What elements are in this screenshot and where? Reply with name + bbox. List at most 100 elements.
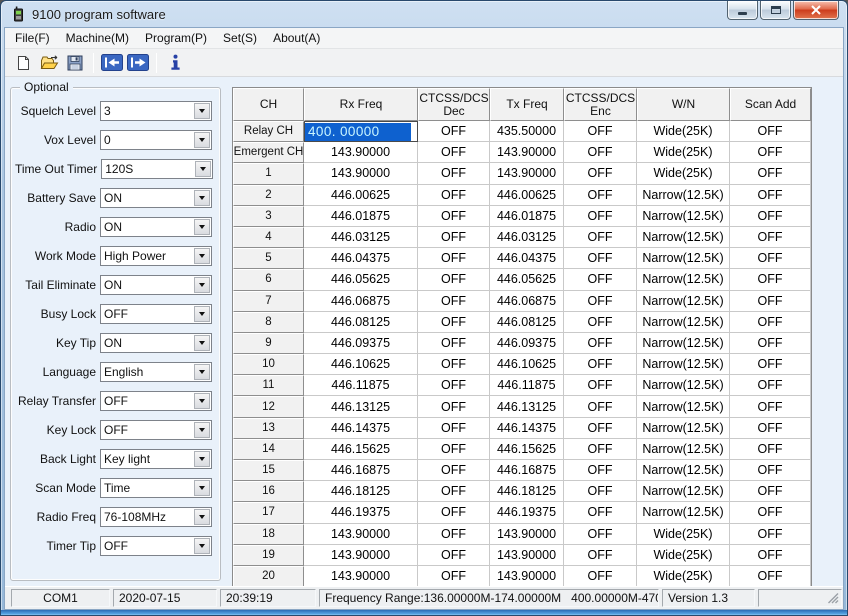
grid-cell[interactable]: 446.10625: [304, 354, 418, 375]
grid-cell[interactable]: Narrow(12.5K): [637, 185, 730, 206]
grid-cell[interactable]: 446.09375: [490, 333, 564, 354]
grid-cell[interactable]: 446.03125: [304, 227, 418, 248]
chevron-down-icon[interactable]: [194, 277, 210, 293]
row-header[interactable]: 4: [233, 227, 304, 248]
menu-item[interactable]: File(F): [7, 29, 58, 47]
grid-cell[interactable]: OFF: [418, 185, 490, 206]
grid-cell[interactable]: 446.19375: [304, 502, 418, 523]
grid-cell[interactable]: Wide(25K): [637, 142, 730, 163]
row-header[interactable]: 10: [233, 354, 304, 375]
chevron-down-icon[interactable]: [194, 335, 210, 351]
minimize-button[interactable]: [727, 1, 758, 20]
option-combobox[interactable]: 0: [100, 130, 212, 150]
resize-grip-icon[interactable]: [828, 593, 840, 605]
row-header[interactable]: 18: [233, 524, 304, 545]
grid-cell[interactable]: 446.11875: [490, 375, 564, 396]
grid-cell[interactable]: OFF: [418, 375, 490, 396]
option-combobox[interactable]: OFF: [100, 391, 212, 411]
grid-cell[interactable]: OFF: [564, 439, 637, 460]
write-to-radio-button[interactable]: [125, 51, 151, 75]
option-combobox[interactable]: ON: [100, 333, 212, 353]
grid-cell[interactable]: 446.05625: [304, 269, 418, 290]
grid-cell[interactable]: 446.16875: [304, 460, 418, 481]
grid-cell[interactable]: Wide(25K): [637, 566, 730, 586]
grid-cell[interactable]: OFF: [730, 354, 811, 375]
chevron-down-icon[interactable]: [194, 103, 210, 119]
grid-cell[interactable]: OFF: [730, 460, 811, 481]
title-bar[interactable]: 9100 program software: [1, 1, 847, 27]
row-header[interactable]: 19: [233, 545, 304, 566]
grid-cell[interactable]: Narrow(12.5K): [637, 206, 730, 227]
grid-cell[interactable]: OFF: [564, 185, 637, 206]
row-header[interactable]: 7: [233, 291, 304, 312]
grid-cell[interactable]: 446.04375: [490, 248, 564, 269]
chevron-down-icon[interactable]: [194, 393, 210, 409]
grid-cell[interactable]: OFF: [564, 396, 637, 417]
grid-cell[interactable]: 446.13125: [304, 396, 418, 417]
menu-item[interactable]: About(A): [265, 29, 328, 47]
row-header[interactable]: 13: [233, 418, 304, 439]
grid-cell[interactable]: 446.15625: [490, 439, 564, 460]
row-header[interactable]: Relay CH: [233, 121, 304, 142]
option-combobox[interactable]: English: [100, 362, 212, 382]
option-combobox[interactable]: 120S: [101, 159, 213, 179]
option-combobox[interactable]: Key light: [100, 449, 212, 469]
chevron-down-icon[interactable]: [194, 219, 210, 235]
grid-cell[interactable]: OFF: [730, 375, 811, 396]
grid-cell[interactable]: OFF: [730, 142, 811, 163]
row-header[interactable]: 11: [233, 375, 304, 396]
grid-cell[interactable]: 446.09375: [304, 333, 418, 354]
chevron-down-icon[interactable]: [194, 306, 210, 322]
grid-cell[interactable]: Narrow(12.5K): [637, 460, 730, 481]
grid-cell[interactable]: OFF: [418, 142, 490, 163]
row-header[interactable]: 2: [233, 185, 304, 206]
row-header[interactable]: 20: [233, 566, 304, 586]
grid-cell[interactable]: 143.90000: [304, 163, 418, 184]
grid-cell[interactable]: Narrow(12.5K): [637, 354, 730, 375]
grid-cell[interactable]: OFF: [418, 354, 490, 375]
grid-cell[interactable]: OFF: [730, 163, 811, 184]
grid-cell[interactable]: 446.01875: [304, 206, 418, 227]
grid-cell[interactable]: OFF: [564, 460, 637, 481]
row-header[interactable]: 8: [233, 312, 304, 333]
grid-cell[interactable]: OFF: [730, 291, 811, 312]
grid-cell[interactable]: 143.90000: [490, 524, 564, 545]
grid-cell[interactable]: OFF: [418, 418, 490, 439]
grid-cell[interactable]: OFF: [418, 227, 490, 248]
grid-cell[interactable]: 143.90000: [304, 142, 418, 163]
grid-cell[interactable]: OFF: [418, 524, 490, 545]
open-file-button[interactable]: [36, 51, 62, 75]
grid-cell[interactable]: 446.15625: [304, 439, 418, 460]
row-header[interactable]: 5: [233, 248, 304, 269]
grid-cell[interactable]: OFF: [564, 524, 637, 545]
grid-cell[interactable]: Wide(25K): [637, 545, 730, 566]
close-button[interactable]: [793, 1, 839, 20]
save-button[interactable]: [62, 51, 88, 75]
row-header[interactable]: 9: [233, 333, 304, 354]
grid-cell[interactable]: Narrow(12.5K): [637, 269, 730, 290]
option-combobox[interactable]: 3: [100, 101, 212, 121]
option-combobox[interactable]: ON: [100, 275, 212, 295]
grid-cell[interactable]: 143.90000: [490, 545, 564, 566]
grid-cell[interactable]: Narrow(12.5K): [637, 375, 730, 396]
grid-cell[interactable]: 446.00625: [490, 185, 564, 206]
grid-cell[interactable]: Narrow(12.5K): [637, 481, 730, 502]
option-combobox[interactable]: High Power: [100, 246, 212, 266]
chevron-down-icon[interactable]: [194, 132, 210, 148]
grid-cell[interactable]: OFF: [418, 545, 490, 566]
option-combobox[interactable]: ON: [100, 217, 212, 237]
grid-cell[interactable]: 400. 00000: [304, 121, 418, 142]
grid-cell[interactable]: OFF: [564, 375, 637, 396]
grid-cell[interactable]: OFF: [730, 121, 811, 142]
grid-cell[interactable]: 446.14375: [490, 418, 564, 439]
grid-cell[interactable]: OFF: [730, 206, 811, 227]
new-file-button[interactable]: [10, 51, 36, 75]
row-header[interactable]: 3: [233, 206, 304, 227]
grid-cell[interactable]: OFF: [564, 227, 637, 248]
menu-item[interactable]: Set(S): [215, 29, 265, 47]
grid-cell[interactable]: OFF: [564, 312, 637, 333]
grid-cell[interactable]: OFF: [418, 333, 490, 354]
grid-cell[interactable]: OFF: [418, 460, 490, 481]
grid-cell[interactable]: 143.90000: [490, 566, 564, 586]
option-combobox[interactable]: 76-108MHz: [100, 507, 212, 527]
